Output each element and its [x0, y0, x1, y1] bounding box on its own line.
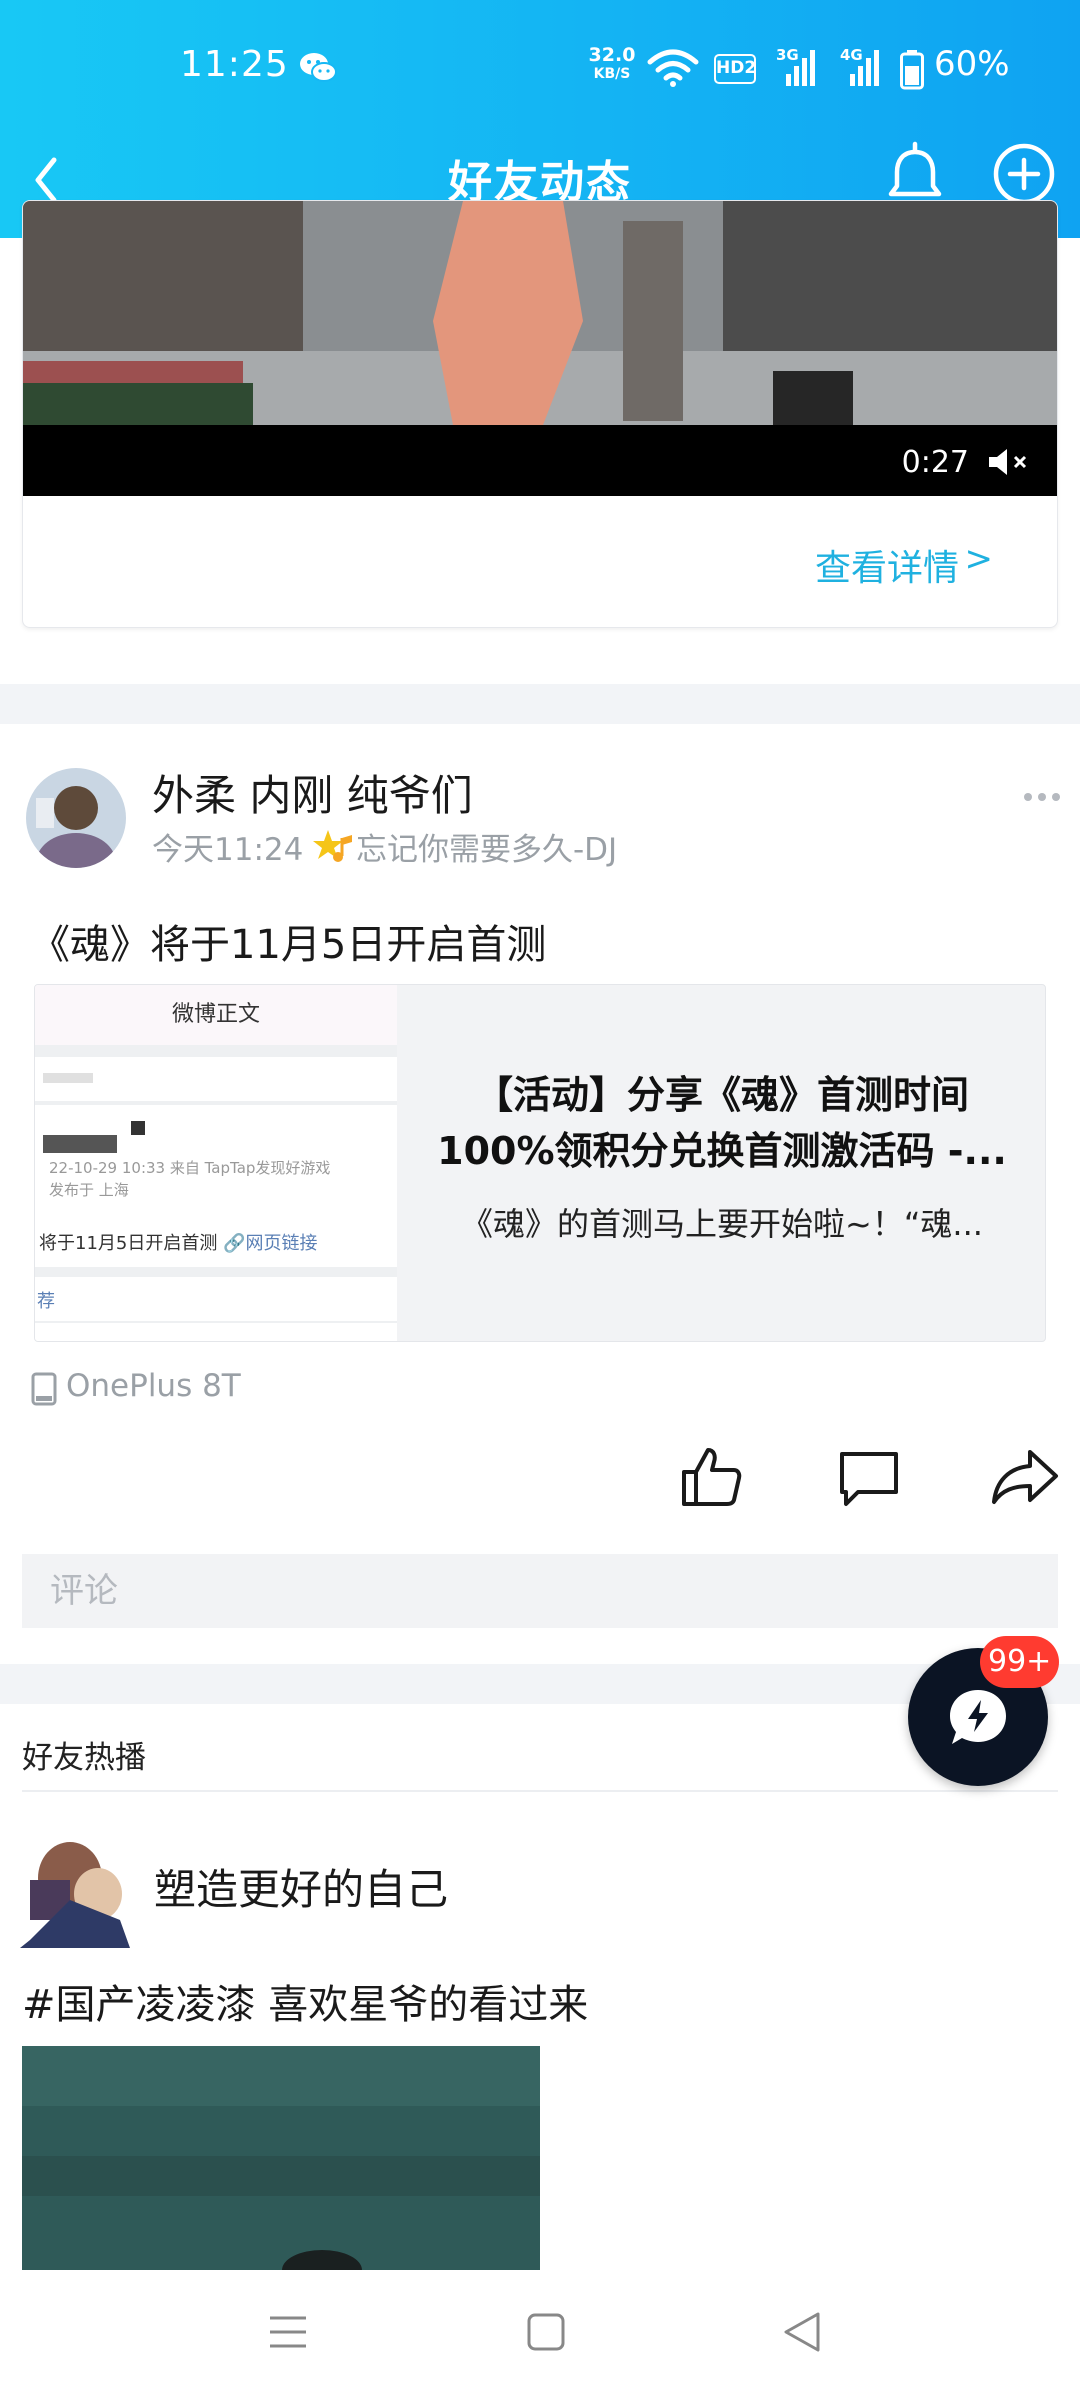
net-speed: 32.0 KB/S — [584, 46, 640, 84]
view-details-link[interactable]: 查看详情 — [815, 539, 959, 591]
divider — [22, 1790, 1058, 1792]
hd-icon: HD2 — [714, 54, 756, 84]
post-text: 《魂》将于11月5日开启首测 — [30, 922, 547, 968]
music-icon — [313, 830, 352, 862]
net-speed-unit: KB/S — [593, 66, 631, 82]
thumb-rec: 荐 — [37, 1291, 55, 1312]
lightning-chat-icon — [950, 1690, 1006, 1744]
post-music[interactable]: 忘记你需要多久-DJ — [356, 824, 617, 869]
thumb-divider — [35, 1321, 397, 1323]
video-card[interactable]: 0:27 查看详情 > — [22, 200, 1058, 628]
comment-input[interactable] — [22, 1554, 1058, 1628]
thumb-divider — [35, 1267, 397, 1277]
signal-1-icon — [786, 50, 815, 86]
comment-icon[interactable] — [836, 1448, 902, 1508]
avatar[interactable] — [10, 1820, 140, 1948]
home-icon[interactable] — [526, 2312, 566, 2352]
chevron-right-icon[interactable]: > — [965, 539, 994, 579]
more-options-icon[interactable] — [1022, 782, 1062, 812]
system-nav-bar — [0, 2270, 1080, 2400]
avatar[interactable] — [26, 768, 126, 868]
link-description: 《魂》的首测马上要开始啦~！“魂... — [461, 1205, 983, 1243]
mute-icon[interactable] — [985, 445, 1033, 479]
share-icon[interactable] — [990, 1446, 1060, 1508]
video-duration: 0:27 — [901, 445, 969, 480]
thumb-text-body: 将于11月5日开启首测 — [39, 1233, 218, 1254]
link-thumbnail: 微博正文 22-10-29 10:33 来自 TapTap发现好游戏 发布于 上… — [35, 985, 397, 1341]
video-controls: 0:27 — [23, 425, 1057, 496]
thumb-blur — [43, 1135, 117, 1153]
thumb-divider — [35, 1045, 397, 1057]
add-circle-icon[interactable] — [990, 140, 1058, 208]
battery-percent: 60% — [934, 44, 1010, 84]
thumb-meta: 22-10-29 10:33 来自 TapTap发现好游戏 — [49, 1159, 331, 1177]
friends-hot-title: 好友热播 — [22, 1740, 146, 1776]
menu-icon[interactable] — [266, 2312, 310, 2352]
status-time: 11:25 — [180, 44, 289, 85]
signal-2-icon — [850, 50, 879, 86]
link-title-line: 【活动】分享《魂》首测时间 — [474, 1073, 969, 1117]
section-divider — [0, 684, 1080, 724]
post-author[interactable]: 塑造更好的自己 — [154, 1856, 448, 1917]
net-speed-value: 32.0 — [588, 44, 636, 66]
post-text: #国产凌凌漆 喜欢星爷的看过来 — [22, 1982, 589, 2028]
back-triangle-icon[interactable] — [780, 2308, 824, 2356]
wechat-icon — [300, 53, 337, 82]
thumb-divider — [35, 1101, 397, 1105]
battery-icon — [900, 50, 924, 90]
post-author[interactable]: 外柔 内刚 纯爷们 — [152, 762, 473, 823]
post-image[interactable] — [22, 2046, 540, 2270]
video-player[interactable]: 0:27 — [23, 201, 1057, 496]
notification-badge: 99+ — [980, 1636, 1060, 1688]
thumb-text: 将于11月5日开启首测 🔗网页链接 — [39, 1229, 318, 1255]
link-preview-card[interactable]: 微博正文 22-10-29 10:33 来自 TapTap发现好游戏 发布于 上… — [34, 984, 1046, 1342]
thumb-meta: 发布于 上海 — [49, 1181, 129, 1199]
wifi-icon — [647, 49, 699, 87]
link-title-line: 100%领积分兑换首测激活码 -... — [437, 1129, 1007, 1173]
thumb-blur — [43, 1073, 93, 1083]
thumb-blur — [131, 1121, 145, 1135]
device-label: OnePlus 8T — [66, 1368, 241, 1404]
link-title: 【活动】分享《魂》首测时间 100%领积分兑换首测激活码 -... — [417, 1067, 1027, 1179]
thumb-web-link: 🔗网页链接 — [223, 1233, 318, 1254]
thumb-web-link-label: 网页链接 — [245, 1233, 318, 1254]
phone-icon — [31, 1372, 57, 1406]
post-time: 今天11:24 — [152, 832, 304, 868]
thumbs-up-icon[interactable] — [678, 1444, 744, 1510]
thumb-header: 微博正文 — [35, 985, 397, 1045]
status-bar: 11:25 32.0 KB/S HD2 3G 4G 60% — [0, 0, 1080, 130]
